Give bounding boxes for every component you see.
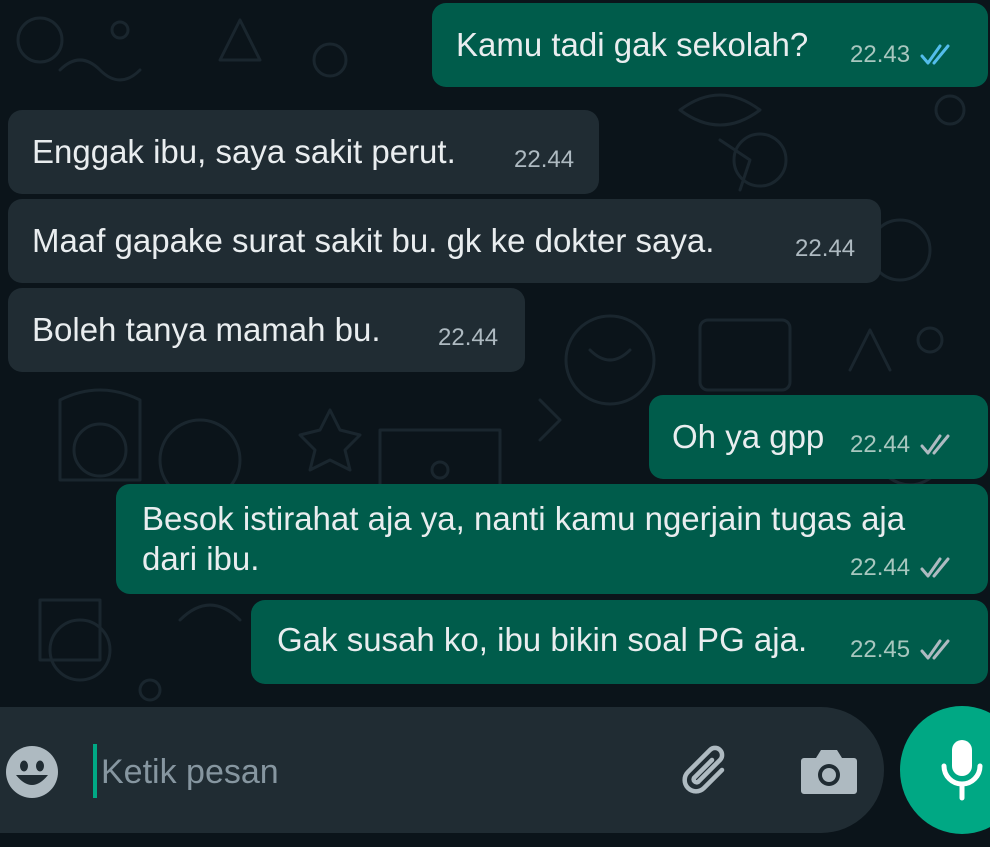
message-meta: 22.44 <box>850 431 960 459</box>
message-bubble-outgoing[interactable]: Oh ya gpp 22.44 <box>649 395 988 479</box>
message-bubble-incoming[interactable]: Enggak ibu, saya sakit perut. 22.44 <box>8 110 599 194</box>
message-meta: 22.44 <box>514 146 574 174</box>
message-text-line2: dari ibu. <box>142 540 260 577</box>
text-cursor <box>93 744 97 798</box>
message-text: Boleh tanya mamah bu. <box>32 311 381 348</box>
message-text: Oh ya gpp <box>672 418 825 455</box>
message-text: Gak susah ko, ibu bikin soal PG aja. <box>277 621 808 658</box>
message-time: 22.44 <box>438 324 499 351</box>
delivered-receipt-icon <box>920 639 950 660</box>
message-meta: 22.44 <box>795 235 855 263</box>
message-bubble-incoming[interactable]: Maaf gapake surat sakit bu. gk ke dokter… <box>8 199 881 283</box>
message-text-line1: Besok istirahat aja ya, nanti kamu ngerj… <box>142 500 906 537</box>
message-meta: 22.44 <box>438 324 498 352</box>
message-time: 22.44 <box>850 431 911 458</box>
message-meta: 22.44 <box>850 554 960 582</box>
message-meta: 22.43 <box>850 41 960 69</box>
message-text: Kamu tadi gak sekolah? <box>456 26 809 63</box>
message-time: 22.45 <box>850 636 911 663</box>
camera-icon[interactable] <box>798 740 860 802</box>
message-time: 22.44 <box>514 146 575 173</box>
emoji-icon[interactable] <box>5 745 59 799</box>
paperclip-icon[interactable] <box>676 740 740 804</box>
message-bubble-outgoing[interactable]: Gak susah ko, ibu bikin soal PG aja. 22.… <box>251 600 988 684</box>
message-bubble-outgoing[interactable]: Besok istirahat aja ya, nanti kamu ngerj… <box>116 484 988 594</box>
message-time: 22.44 <box>850 554 911 581</box>
voice-record-button[interactable] <box>900 706 990 834</box>
message-text: Maaf gapake surat sakit bu. gk ke dokter… <box>32 222 715 259</box>
delivered-receipt-icon <box>920 557 950 578</box>
message-time: 22.44 <box>795 235 856 262</box>
delivered-receipt-icon <box>920 434 950 455</box>
microphone-icon <box>941 740 983 801</box>
message-meta: 22.45 <box>850 636 960 664</box>
read-receipt-icon <box>920 44 950 65</box>
message-time: 22.43 <box>850 41 911 68</box>
message-bubble-outgoing[interactable]: Kamu tadi gak sekolah? 22.43 <box>432 3 988 87</box>
message-input[interactable]: Ketik pesan <box>101 750 279 794</box>
message-text: Enggak ibu, saya sakit perut. <box>32 133 456 170</box>
message-bubble-incoming[interactable]: Boleh tanya mamah bu. 22.44 <box>8 288 525 372</box>
